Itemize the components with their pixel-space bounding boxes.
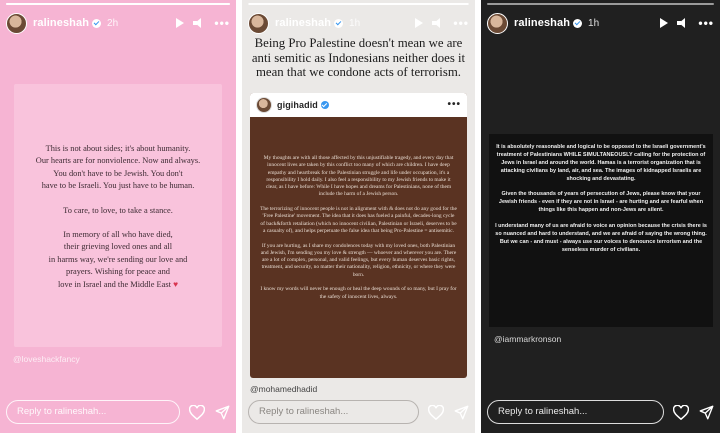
heart-icon[interactable] [189,404,205,420]
heart-icon[interactable] [673,404,689,420]
story-paragraph: It is absolutely reasonable and logical … [496,144,706,182]
story-timestamp: 2h [107,17,119,29]
story-progress-fill [248,3,469,5]
send-icon[interactable] [698,404,714,420]
post-avatar[interactable] [256,97,272,113]
shared-post[interactable]: gigihadid ••• My thoughts are with all t… [250,93,467,378]
story-header: ralineshah 1h ••• [248,11,469,35]
story-text-line: To care, to love, to take a stance. [63,205,173,215]
story-text-line: Our hearts are for nonviolence. Now and … [35,156,201,166]
play-icon[interactable] [415,18,424,28]
play-icon[interactable] [176,18,185,28]
story-panel-2[interactable]: ralineshah 1h ••• Being Pro Palestine do… [242,0,475,433]
story-footer: Reply to ralineshah... [487,400,714,424]
post-paragraph: If you are hurting, as I share my condol… [260,242,457,278]
post-username[interactable]: gigihadid [277,100,318,110]
story-progress-bar [487,3,714,5]
play-icon[interactable] [660,18,669,28]
send-icon[interactable] [214,404,230,420]
story-credit-tag[interactable]: @loveshackfancy [13,354,80,364]
reply-input[interactable]: Reply to ralineshah... [487,400,664,424]
story-text-line: their grieving loved ones and all [63,242,173,252]
verified-badge-icon [573,18,583,28]
story-text: It is absolutely reasonable and logical … [495,144,707,263]
story-text-line: have to be Israeli. You just have to be … [41,181,195,191]
story-progress-bar [248,3,469,5]
story-timestamp: 1h [349,17,361,29]
story-text-line: in harms way, we're sending our love and [48,254,188,264]
story-username[interactable]: ralineshah [275,17,331,29]
story-paragraph: Given the thousands of years of persecut… [498,191,704,214]
story-username[interactable]: ralineshah [514,17,570,29]
story-progress-fill [6,3,230,5]
story-viewer: ralineshah 2h ••• This is not about side… [0,0,720,433]
story-text-line: prayers. Wishing for peace and [66,267,170,277]
story-text-line: love in Israel and the Middle East ♥ [14,279,222,291]
story-panel-3[interactable]: ralineshah 1h ••• It is absolutely reaso… [481,0,720,433]
heart-icon[interactable] [428,404,444,420]
reply-input[interactable]: Reply to ralineshah... [6,400,180,424]
story-text-line: You don't have to be Jewish. You don't [53,168,183,178]
post-paragraph: I know my words will never be enough or … [260,286,457,300]
story-progress-bar [6,3,230,5]
more-options-icon[interactable]: ••• [453,17,469,29]
avatar[interactable] [487,12,508,34]
sound-icon[interactable] [677,18,689,28]
post-paragraph: My thoughts are with all those affected … [263,155,454,198]
avatar[interactable] [6,12,27,34]
avatar[interactable] [248,12,269,34]
sound-icon[interactable] [193,18,205,28]
story-headline: Being Pro Palestine doesn't mean we are … [251,36,466,80]
shared-post-header: gigihadid ••• [250,93,467,117]
story-username[interactable]: ralineshah [33,17,89,29]
story-paragraph: I understand many of us are afraid to vo… [495,223,707,253]
send-icon[interactable] [453,404,469,420]
story-credit-tag[interactable]: @mohamedhadid [250,384,317,394]
heart-emoji-icon: ♥ [173,279,179,289]
story-credit-tag[interactable]: @iammarkronson [494,334,561,344]
story-text-line-content: love in Israel and the Middle East [57,279,171,289]
more-options-icon[interactable]: ••• [214,17,230,29]
story-text: This is not about sides; it's about huma… [14,143,222,291]
verified-badge-icon [320,101,329,109]
shared-post-body: My thoughts are with all those affected … [250,117,467,301]
post-more-options-icon[interactable]: ••• [447,100,461,110]
story-footer: Reply to ralineshah... [6,400,230,424]
sound-icon[interactable] [432,18,444,28]
story-header: ralineshah 1h ••• [487,11,714,35]
story-text-line: In memory of all who have died, [63,230,173,240]
post-paragraph: The terrorizing of innocent people is no… [260,206,457,234]
story-timestamp: 1h [588,17,600,29]
story-panel-1[interactable]: ralineshah 2h ••• This is not about side… [0,0,236,433]
story-text-line: This is not about sides; it's about huma… [45,144,191,153]
more-options-icon[interactable]: ••• [698,17,714,29]
verified-badge-icon [334,18,344,28]
verified-badge-icon [92,18,102,28]
story-footer: Reply to ralineshah... [248,400,469,424]
story-header: ralineshah 2h ••• [6,11,230,35]
reply-input[interactable]: Reply to ralineshah... [248,400,419,424]
